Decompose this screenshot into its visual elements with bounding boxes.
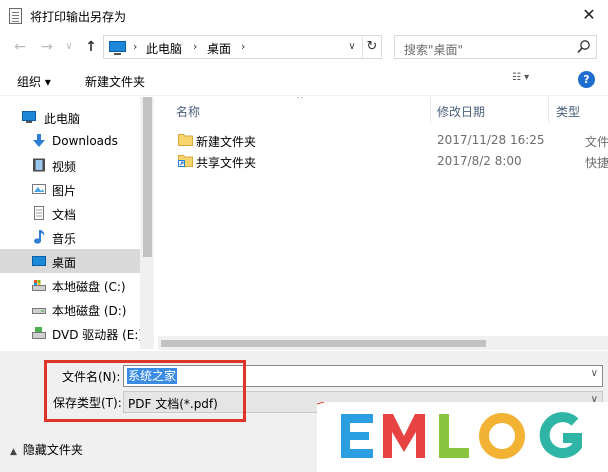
emlog-logo-graphic — [317, 402, 582, 459]
column-header-name[interactable]: 名称 — [176, 97, 200, 123]
chevron-down-icon[interactable]: ∨ — [591, 368, 598, 379]
drive-icon — [32, 280, 46, 291]
sidebar-item-label: 桌面 — [52, 256, 77, 270]
sidebar-item-videos[interactable]: 视频 — [0, 153, 140, 177]
desktop-icon — [32, 256, 46, 266]
computer-icon — [22, 111, 36, 123]
folder-icon — [178, 134, 193, 146]
dvd-icon — [32, 327, 46, 339]
picture-icon — [32, 184, 46, 194]
column-header-type[interactable]: 类型 — [556, 97, 580, 123]
sidebar-item-downloads[interactable]: Downloads — [0, 129, 140, 153]
address-dropdown-button[interactable]: ∨ — [344, 38, 360, 56]
file-type: 文件夹 — [585, 135, 608, 149]
recent-locations-button[interactable]: ∨ — [59, 37, 79, 57]
sidebar-item-this-pc[interactable]: 此电脑 — [0, 105, 140, 129]
search-input[interactable]: 搜索"桌面" — [394, 35, 597, 59]
file-row[interactable]: 共享文件夹 2017/8/2 8:00 快捷方式 — [172, 151, 608, 173]
emlog-watermark-logo — [317, 402, 608, 472]
sidebar-item-label: 本地磁盘 (C:) — [52, 280, 126, 294]
drive-icon — [32, 308, 46, 314]
file-type: 快捷方式 — [585, 156, 608, 170]
refresh-button[interactable]: ↻ — [362, 36, 381, 58]
download-icon — [33, 134, 45, 147]
sidebar-item-label: DVD 驱动器 (E:) — [52, 328, 144, 342]
organize-button[interactable]: 组织 ▾ — [17, 73, 51, 90]
hide-folders-label: 隐藏文件夹 — [22, 443, 83, 457]
file-list: ^ 名称 修改日期 类型 新建文件夹 2017/11/28 16:25 文件夹 … — [158, 97, 608, 349]
column-header-modified[interactable]: 修改日期 — [437, 97, 485, 123]
file-name: 共享文件夹 — [196, 156, 257, 170]
new-folder-button[interactable]: 新建文件夹 — [85, 73, 145, 90]
computer-icon — [109, 41, 126, 55]
sidebar-item-documents[interactable]: 文档 — [0, 201, 140, 225]
navigation-bar: ← → ∨ ↑ › 此电脑 › 桌面 › ∨ ↻ 搜索"桌面" — [0, 31, 608, 63]
forward-button[interactable]: → — [37, 37, 57, 57]
file-modified: 2017/8/2 8:00 — [437, 154, 522, 168]
sidebar-item-label: 图片 — [52, 184, 77, 198]
sidebar-item-music[interactable]: 音乐 — [0, 225, 140, 249]
notepad-icon — [9, 8, 22, 24]
title-bar: 将打印输出另存为 ✕ — [0, 0, 608, 31]
file-row[interactable]: 新建文件夹 2017/11/28 16:25 文件夹 — [172, 130, 608, 152]
back-button[interactable]: ← — [10, 37, 30, 57]
breadcrumb-desktop[interactable]: 桌面 — [207, 40, 231, 57]
hide-folders-toggle[interactable]: ▲ 隐藏文件夹 — [10, 441, 83, 458]
sort-indicator-icon: ^ — [296, 97, 304, 105]
sidebar-scrollbar-thumb[interactable] — [143, 97, 152, 257]
view-options-button[interactable]: ☷ ▾ — [512, 72, 552, 90]
breadcrumb-separator[interactable]: › — [133, 40, 137, 53]
sidebar-item-label: 文档 — [52, 208, 77, 222]
search-placeholder: 搜索"桌面" — [404, 43, 464, 57]
sidebar-scrollbar[interactable] — [140, 97, 154, 349]
column-divider[interactable] — [548, 97, 549, 123]
toolbar: 组织 ▾ 新建文件夹 ☷ ▾ ? — [0, 65, 608, 96]
column-divider[interactable] — [430, 97, 431, 123]
sidebar-item-label: Downloads — [52, 134, 118, 148]
up-button[interactable]: ↑ — [81, 37, 101, 57]
horizontal-scrollbar-thumb[interactable] — [161, 340, 486, 347]
video-icon — [33, 158, 45, 172]
file-name: 新建文件夹 — [196, 135, 257, 149]
sidebar-item-label: 本地磁盘 (D:) — [52, 304, 127, 318]
sidebar-item-desktop[interactable]: 桌面 — [0, 249, 140, 273]
chevron-up-icon: ▲ — [10, 447, 17, 457]
search-icon — [577, 40, 590, 54]
window-title: 将打印输出另存为 — [30, 10, 127, 24]
file-modified: 2017/11/28 16:25 — [437, 133, 545, 147]
sidebar-item-label: 音乐 — [52, 232, 77, 246]
breadcrumb-separator[interactable]: › — [241, 40, 245, 53]
help-button[interactable]: ? — [578, 71, 595, 88]
sidebar-item-drive-d[interactable]: 本地磁盘 (D:) — [0, 297, 140, 321]
sidebar-item-label: 此电脑 — [44, 112, 81, 126]
music-icon — [34, 230, 45, 244]
annotation-highlight-box — [44, 360, 246, 422]
breadcrumb-separator[interactable]: › — [193, 40, 197, 53]
shortcut-folder-icon — [178, 155, 193, 167]
breadcrumb-this-pc[interactable]: 此电脑 — [146, 40, 182, 57]
close-button[interactable]: ✕ — [575, 3, 603, 27]
sidebar-item-drive-c[interactable]: 本地磁盘 (C:) — [0, 273, 140, 297]
file-list-horizontal-scrollbar[interactable] — [158, 336, 608, 350]
sidebar-item-pictures[interactable]: 图片 — [0, 177, 140, 201]
document-icon — [34, 206, 44, 220]
address-bar[interactable]: › 此电脑 › 桌面 › ∨ ↻ — [103, 35, 382, 59]
sidebar-item-dvd-drive[interactable]: DVD 驱动器 (E:) — [0, 321, 144, 345]
sidebar-item-label: 视频 — [52, 160, 77, 174]
navigation-pane: 此电脑 Downloads 视频 图片 文档 音乐 桌面 本地磁盘 (C:) 本… — [0, 97, 154, 349]
